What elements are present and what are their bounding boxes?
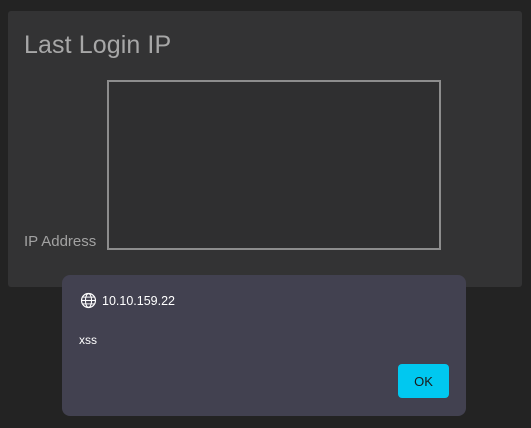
- ok-button[interactable]: OK: [398, 364, 449, 398]
- alert-origin: 10.10.159.22: [102, 293, 175, 308]
- last-login-card: Last Login IP IP Address: [8, 11, 522, 287]
- alert-dialog: 10.10.159.22 xss OK: [62, 275, 466, 416]
- alert-message: xss: [79, 333, 97, 347]
- ip-address-textarea[interactable]: [107, 80, 441, 250]
- page-title: Last Login IP: [24, 31, 172, 59]
- ip-address-label: IP Address: [24, 233, 97, 250]
- page: Last Login IP IP Address 10.10.159.22 xs…: [0, 0, 531, 428]
- alert-header: 10.10.159.22: [80, 292, 175, 309]
- globe-icon: [80, 292, 97, 309]
